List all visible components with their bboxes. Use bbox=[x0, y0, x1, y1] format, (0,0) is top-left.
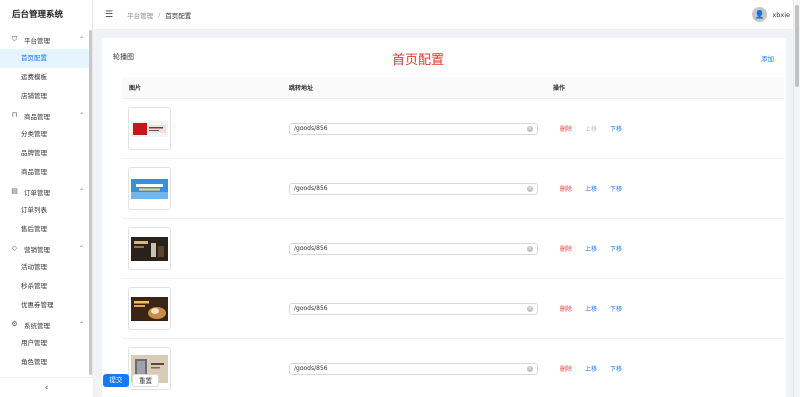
sidebar-item-brand[interactable]: 品牌管理 bbox=[0, 144, 92, 163]
move-down-button[interactable]: 下移 bbox=[610, 184, 622, 193]
clear-icon[interactable]: × bbox=[527, 245, 533, 252]
sidebar-group-label: 商品管理 bbox=[24, 112, 50, 121]
sidebar: 后台管理系统 ⛉ 平台管理 ⌃ 首页配置 运费模板 店铺管理 ⊓ 商品管理 ⌃ … bbox=[0, 0, 93, 397]
sidebar-item-after-sales[interactable]: 售后管理 bbox=[0, 220, 92, 239]
table-row: /goods/856 × 删除 上移 下移 bbox=[122, 339, 784, 397]
sidebar-group-system[interactable]: ⚙ 系统管理 ⌃ bbox=[0, 315, 92, 334]
table-row: /goods/856 × 删除 上移 下移 bbox=[122, 219, 784, 279]
chevron-up-icon: ⌃ bbox=[78, 36, 84, 43]
move-up-button[interactable]: 上移 bbox=[585, 124, 597, 133]
banner-thumbnail[interactable] bbox=[128, 227, 171, 270]
clear-icon[interactable]: × bbox=[527, 185, 533, 192]
top-header: ☰ 平台管理 / 首页配置 👤 xbxie bbox=[93, 0, 800, 30]
sidebar-item-seckill[interactable]: 秒杀管理 bbox=[0, 277, 92, 296]
column-header-actions: 操作 bbox=[553, 85, 566, 92]
sidebar-item-goods[interactable]: 商品管理 bbox=[0, 163, 92, 182]
table-row: /goods/856 × 删除 上移 下移 bbox=[122, 99, 784, 159]
sidebar-group-label: 营销管理 bbox=[24, 245, 50, 254]
sidebar-item-category[interactable]: 分类管理 bbox=[0, 125, 92, 144]
document-icon: ▤ bbox=[11, 187, 18, 195]
sidebar-group-label: 订单管理 bbox=[24, 188, 50, 197]
table-row: /goods/856 × 删除 上移 下移 bbox=[122, 279, 784, 339]
user-menu[interactable]: 👤 xbxie bbox=[752, 7, 790, 22]
breadcrumb-item-platform[interactable]: 平台管理 bbox=[127, 10, 153, 20]
banner-image bbox=[131, 178, 168, 199]
delete-button[interactable]: 删除 bbox=[560, 244, 572, 253]
sidebar-group-label: 系统管理 bbox=[24, 321, 50, 330]
delete-button[interactable]: 删除 bbox=[560, 184, 572, 193]
url-input[interactable]: /goods/856 × bbox=[289, 242, 538, 255]
reset-button[interactable]: 重置 bbox=[132, 374, 159, 387]
chevron-up-icon: ⌃ bbox=[78, 245, 84, 252]
app-title: 后台管理系统 bbox=[12, 10, 64, 20]
sidebar-item-order-list[interactable]: 订单列表 bbox=[0, 201, 92, 220]
breadcrumb-separator: / bbox=[158, 10, 161, 19]
sidebar-item-users[interactable]: 用户管理 bbox=[0, 334, 92, 353]
move-up-button[interactable]: 上移 bbox=[585, 364, 597, 373]
tag-icon: ◇ bbox=[11, 244, 18, 252]
avatar[interactable]: 👤 bbox=[752, 7, 768, 22]
sidebar-item-home-config[interactable]: 首页配置 bbox=[0, 49, 92, 68]
column-header-image: 图片 bbox=[129, 85, 142, 92]
banner-thumbnail[interactable] bbox=[128, 107, 171, 150]
gear-icon: ⚙ bbox=[11, 320, 18, 328]
bag-icon: ⊓ bbox=[11, 111, 18, 119]
banner-thumbnail[interactable] bbox=[128, 287, 171, 330]
carousel-card: 轮播图 添加 图片 跳转地址 操作 /goods/856 × 删除 上移 下移 … bbox=[102, 38, 786, 397]
move-down-button[interactable]: 下移 bbox=[610, 364, 622, 373]
move-down-button[interactable]: 下移 bbox=[610, 304, 622, 313]
banner-thumbnail[interactable] bbox=[128, 167, 171, 210]
banner-image bbox=[131, 296, 168, 321]
submit-button[interactable]: 提交 bbox=[103, 374, 129, 387]
card-title: 轮播图 bbox=[113, 53, 134, 61]
sidebar-group-goods[interactable]: ⊓ 商品管理 ⌃ bbox=[0, 106, 92, 125]
chevron-up-icon: ⌃ bbox=[78, 321, 84, 328]
page-title-overlay: 首页配置 bbox=[392, 53, 445, 68]
chevron-left-icon: ‹ bbox=[44, 383, 49, 393]
url-input[interactable]: /goods/856 × bbox=[289, 302, 538, 315]
chevron-up-icon: ⌃ bbox=[78, 112, 84, 119]
column-header-url: 跳转地址 bbox=[289, 85, 314, 92]
delete-button[interactable]: 删除 bbox=[560, 364, 572, 373]
move-down-button[interactable]: 下移 bbox=[610, 124, 622, 133]
table-header: 图片 跳转地址 操作 bbox=[122, 77, 784, 99]
clear-icon[interactable]: × bbox=[527, 305, 533, 312]
move-down-button[interactable]: 下移 bbox=[610, 244, 622, 253]
url-input[interactable]: /goods/856 × bbox=[289, 122, 538, 135]
clear-icon[interactable]: × bbox=[527, 365, 533, 372]
table-row: /goods/856 × 删除 上移 下移 bbox=[122, 159, 784, 219]
banner-image bbox=[131, 236, 168, 261]
menu-toggle-icon[interactable]: ☰ bbox=[105, 10, 113, 20]
move-up-button[interactable]: 上移 bbox=[585, 304, 597, 313]
sidebar-group-label: 平台管理 bbox=[24, 36, 50, 45]
main-content: 轮播图 添加 图片 跳转地址 操作 /goods/856 × 删除 上移 下移 … bbox=[93, 30, 793, 397]
sidebar-group-marketing[interactable]: ◇ 营销管理 ⌃ bbox=[0, 239, 92, 258]
delete-button[interactable]: 删除 bbox=[560, 124, 572, 133]
page-scrollbar-thumb[interactable] bbox=[795, 5, 799, 87]
delete-button[interactable]: 删除 bbox=[560, 304, 572, 313]
move-up-button[interactable]: 上移 bbox=[585, 244, 597, 253]
shield-icon: ⛉ bbox=[11, 35, 18, 43]
chevron-up-icon: ⌃ bbox=[78, 188, 84, 195]
username[interactable]: xbxie bbox=[772, 11, 790, 19]
sidebar-item-coupon[interactable]: 优惠券管理 bbox=[0, 296, 92, 315]
url-input[interactable]: /goods/856 × bbox=[289, 362, 538, 375]
sidebar-scrollbar[interactable] bbox=[89, 30, 92, 375]
url-input[interactable]: /goods/856 × bbox=[289, 182, 538, 195]
sidebar-group-platform[interactable]: ⛉ 平台管理 ⌃ bbox=[0, 30, 92, 49]
sidebar-item-shipping-template[interactable]: 运费模板 bbox=[0, 68, 92, 87]
add-button[interactable]: 添加 bbox=[761, 53, 774, 63]
page-scrollbar[interactable] bbox=[793, 0, 800, 397]
sidebar-group-orders[interactable]: ▤ 订单管理 ⌃ bbox=[0, 182, 92, 201]
carousel-table: 图片 跳转地址 操作 /goods/856 × 删除 上移 下移 /goods/… bbox=[122, 77, 784, 397]
sidebar-item-activity[interactable]: 活动管理 bbox=[0, 258, 92, 277]
move-up-button[interactable]: 上移 bbox=[585, 184, 597, 193]
sidebar-collapse-button[interactable]: ‹ bbox=[0, 377, 93, 397]
sidebar-item-shop-management[interactable]: 店铺管理 bbox=[0, 87, 92, 106]
breadcrumb-item-current: 首页配置 bbox=[165, 11, 192, 20]
sidebar-item-roles[interactable]: 角色管理 bbox=[0, 353, 92, 372]
clear-icon[interactable]: × bbox=[527, 125, 533, 132]
banner-image bbox=[131, 120, 168, 137]
